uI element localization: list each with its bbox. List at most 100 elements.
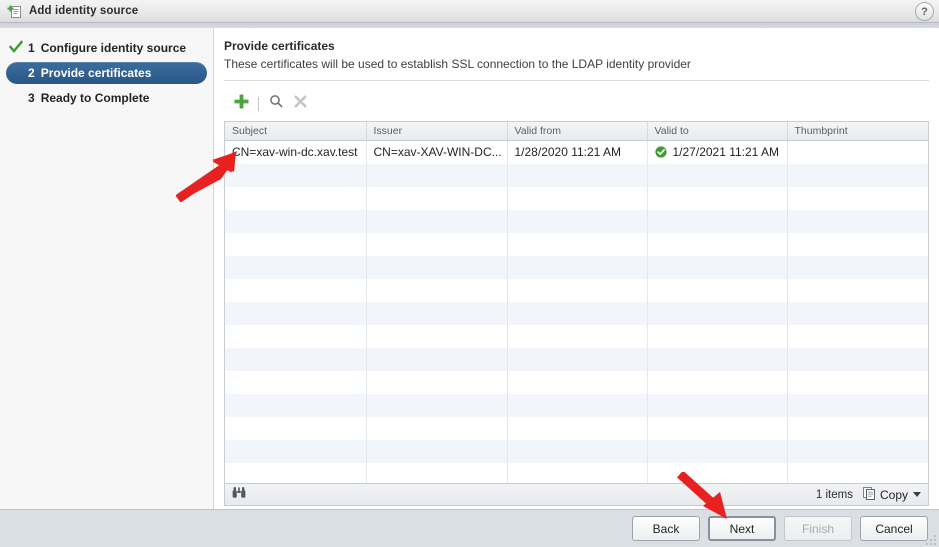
cell-empty	[787, 301, 928, 325]
check-icon	[8, 39, 24, 55]
close-x-icon	[294, 94, 307, 113]
table-empty-row	[225, 209, 928, 233]
cell-empty	[787, 163, 928, 187]
cell-empty	[225, 347, 367, 371]
cell-empty	[647, 186, 788, 210]
page-subtitle: These certificates will be used to estab…	[224, 57, 691, 71]
cell-valid-to: 1/27/2021 11:21 AM	[647, 140, 788, 164]
cell-empty	[787, 416, 928, 440]
table-empty-row	[225, 416, 928, 440]
cell-empty	[647, 370, 788, 394]
step-number: 1	[28, 41, 35, 55]
next-button[interactable]: Next	[708, 516, 776, 541]
cell-empty	[225, 462, 367, 483]
table-empty-row	[225, 324, 928, 348]
cell-empty	[647, 209, 788, 233]
wizard-step-sidebar: 1 Configure identity source 2 Provide ce…	[0, 28, 214, 509]
search-certificate-button[interactable]	[263, 93, 288, 115]
binoculars-icon[interactable]	[232, 486, 246, 504]
chevron-down-icon	[913, 492, 921, 497]
help-icon[interactable]: ?	[915, 2, 934, 21]
cell-empty	[647, 278, 788, 302]
cell-empty	[507, 255, 648, 279]
cell-empty	[366, 416, 508, 440]
cell-empty	[225, 255, 367, 279]
header-divider	[224, 80, 929, 81]
cell-empty	[366, 393, 508, 417]
cell-empty	[507, 232, 648, 256]
cell-empty	[647, 255, 788, 279]
cell-empty	[647, 163, 788, 187]
window-title: Add identity source	[29, 5, 139, 17]
cell-empty	[787, 209, 928, 233]
copy-icon	[862, 486, 877, 504]
cell-empty	[787, 186, 928, 210]
cell-empty	[507, 301, 648, 325]
cell-empty	[507, 462, 648, 483]
cell-empty	[366, 232, 508, 256]
cell-empty	[507, 186, 648, 210]
cell-empty	[225, 232, 367, 256]
cell-valid-from: 1/28/2020 11:21 AM	[507, 140, 648, 164]
cell-empty	[225, 416, 367, 440]
cell-empty	[507, 416, 648, 440]
cell-empty	[225, 163, 367, 187]
cell-empty	[787, 255, 928, 279]
resize-grip-icon[interactable]	[925, 533, 937, 545]
help-glyph: ?	[921, 5, 928, 18]
cell-empty	[647, 324, 788, 348]
cell-empty	[647, 347, 788, 371]
cell-empty	[507, 163, 648, 187]
cell-empty	[787, 347, 928, 371]
column-header-thumbprint[interactable]: Thumbprint	[787, 122, 928, 141]
column-header-valid-from[interactable]: Valid from	[507, 122, 648, 141]
cell-empty	[225, 186, 367, 210]
sidebar-step-provide-certificates[interactable]: 2 Provide certificates	[6, 62, 207, 84]
cell-empty	[507, 209, 648, 233]
cell-empty	[647, 232, 788, 256]
remove-certificate-button	[288, 93, 313, 115]
cell-thumbprint	[787, 140, 928, 164]
sidebar-step-ready-to-complete[interactable]: 3 Ready to Complete	[6, 87, 207, 109]
cell-empty	[366, 370, 508, 394]
column-header-issuer[interactable]: Issuer	[366, 122, 508, 141]
window-titlebar: Add identity source ?	[0, 0, 939, 23]
table-empty-row	[225, 462, 928, 483]
add-certificate-button[interactable]	[229, 93, 254, 115]
cell-empty	[225, 324, 367, 348]
column-header-subject[interactable]: Subject	[225, 122, 367, 141]
step-number: 2	[28, 66, 35, 80]
column-header-valid-to[interactable]: Valid to	[647, 122, 788, 141]
cell-empty	[366, 186, 508, 210]
cell-empty	[225, 209, 367, 233]
step-label: Ready to Complete	[40, 91, 150, 105]
cell-subject: CN=xav-win-dc.xav.test	[225, 140, 367, 164]
finish-button: Finish	[784, 516, 852, 541]
cell-empty	[507, 439, 648, 463]
cell-empty	[366, 439, 508, 463]
copy-button[interactable]: Copy	[862, 486, 921, 504]
add-identity-source-dialog: Add identity source ? 1 Configure identi…	[0, 0, 939, 547]
cell-empty	[507, 324, 648, 348]
table-row[interactable]: CN=xav-win-dc.xav.test CN=xav-XAV-WIN-DC…	[225, 140, 928, 164]
table-status-bar: 1 items Copy	[224, 484, 929, 506]
cell-empty	[366, 324, 508, 348]
cell-empty	[366, 163, 508, 187]
cell-empty	[647, 301, 788, 325]
cell-empty	[787, 278, 928, 302]
toolbar-separator	[258, 96, 259, 111]
cell-empty	[787, 393, 928, 417]
cell-empty	[507, 278, 648, 302]
dialog-body: 1 Configure identity source 2 Provide ce…	[0, 28, 939, 509]
copy-label: Copy	[879, 487, 908, 502]
sidebar-step-configure-identity-source[interactable]: 1 Configure identity source	[6, 37, 207, 59]
table-empty-row	[225, 163, 928, 187]
dialog-footer: Back Next Finish Cancel	[0, 509, 939, 547]
cell-empty	[787, 439, 928, 463]
back-button[interactable]: Back	[632, 516, 700, 541]
plus-icon	[234, 94, 249, 114]
cancel-button[interactable]: Cancel	[860, 516, 928, 541]
cell-empty	[507, 393, 648, 417]
add-document-icon	[7, 4, 23, 19]
cell-empty	[787, 370, 928, 394]
